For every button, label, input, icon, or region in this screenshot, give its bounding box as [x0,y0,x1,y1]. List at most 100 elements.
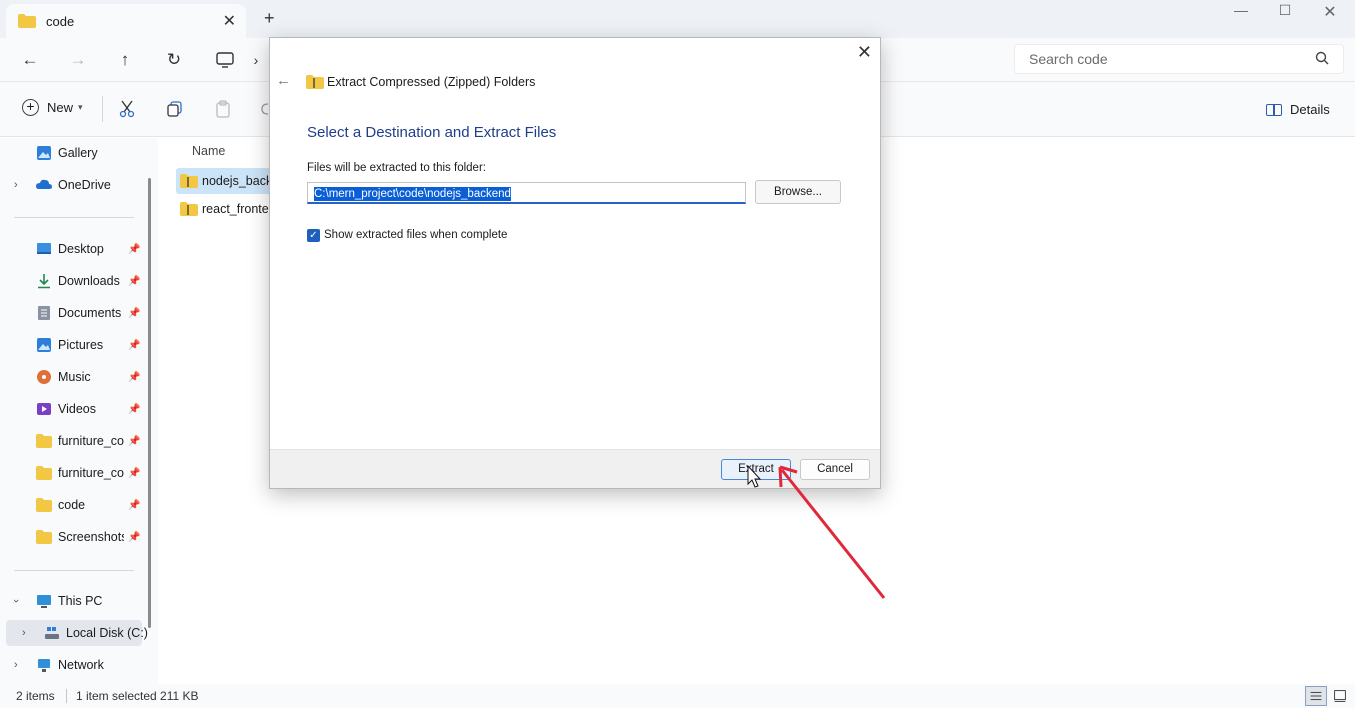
dialog-back-icon[interactable]: ← [276,72,291,89]
sidebar-item-label: Pictures [58,338,104,352]
sidebar-item-label: Local Disk (C:) [66,626,148,640]
cut-icon[interactable] [118,100,136,118]
sidebar-item-label: OneDrive [58,178,111,192]
tab-code[interactable]: code ✕ [6,4,246,38]
sidebar-item-label: Network [58,658,104,672]
up-button[interactable]: ↑ [113,48,137,72]
document-icon [38,306,50,320]
desktop-icon [37,243,51,254]
sidebar-item-this-pc[interactable]: › This PC [0,588,148,614]
close-window-button[interactable]: ✕ [1315,2,1345,22]
minimize-button[interactable]: — [1226,2,1256,22]
tab-close-icon[interactable]: ✕ [223,11,236,31]
sidebar-item-desktop[interactable]: Desktop 📌 [0,236,148,262]
sidebar-item-code[interactable]: code 📌 [0,492,148,518]
sidebar-item-label: This PC [58,594,103,608]
dialog-title: Extract Compressed (Zipped) Folders [327,75,536,89]
sidebar-item-network[interactable]: › Network [0,652,148,678]
cancel-button[interactable]: Cancel [800,459,870,480]
new-tab-button[interactable]: + [264,8,275,29]
column-header-name[interactable]: Name [192,144,225,158]
folder-icon [18,14,36,28]
details-label: Details [1290,102,1330,117]
new-button[interactable]: + New ▾ [22,99,83,116]
sidebar-item-videos[interactable]: Videos 📌 [0,396,148,422]
file-name: react_frontend [202,202,270,216]
new-label: New [47,100,74,115]
copy-icon[interactable] [166,100,184,118]
sidebar-item-furniture-1[interactable]: furniture_coc 📌 [0,428,148,454]
show-files-checkbox[interactable]: ✓ [307,229,320,242]
show-files-label: Show extracted files when complete [324,229,508,241]
search-input[interactable]: Search code [1014,44,1344,74]
sidebar-item-screenshots[interactable]: Screenshots 📌 [0,524,148,550]
folder-icon [36,498,52,512]
sidebar-item-label: Music [58,370,91,384]
chevron-right-icon[interactable]: › [14,179,18,191]
navigation-pane: Gallery › OneDrive Desktop 📌 Downloads 📌… [0,138,158,684]
zip-folder-icon [180,174,198,188]
breadcrumb-chevron-icon[interactable]: › [244,48,268,72]
sidebar-item-label: Screenshots [58,530,124,544]
details-view-icon[interactable] [1305,686,1327,706]
network-icon [38,659,50,672]
paste-icon[interactable] [214,100,232,118]
browse-button[interactable]: Browse... [755,180,841,204]
zip-folder-icon [180,202,198,216]
sidebar-item-label: Downloads [58,274,120,288]
this-pc-icon[interactable] [216,52,234,68]
computer-icon [37,595,51,608]
destination-label: Files will be extracted to this folder: [307,162,486,174]
drive-icon [45,627,59,639]
sidebar-item-pictures[interactable]: Pictures 📌 [0,332,148,358]
status-bar: 2 items 1 item selected 211 KB [0,684,1355,708]
destination-path-input[interactable]: C:\mern_project\code\nodejs_backend [307,182,746,204]
pin-icon: 📌 [128,403,141,415]
sidebar-item-local-disk[interactable]: › Local Disk (C:) [6,620,148,646]
details-button[interactable]: Details [1266,102,1330,117]
file-row-nodejs-backend[interactable]: nodejs_backend [176,168,272,194]
zip-folder-icon [306,75,324,89]
selection-info: 1 item selected 211 KB [76,689,199,703]
back-button[interactable]: ← [18,48,42,72]
sidebar-scrollbar[interactable] [148,178,151,628]
maximize-button[interactable]: ☐ [1270,2,1300,22]
rename-icon[interactable] [260,100,268,118]
forward-button[interactable]: → [66,48,90,72]
folder-icon [36,434,52,448]
chevron-right-icon[interactable]: › [14,659,18,671]
pictures-icon [37,338,51,352]
tab-title: code [46,13,75,29]
sidebar-item-label: furniture_coc [58,434,124,448]
sidebar-divider [14,570,134,571]
status-divider [66,689,67,703]
sidebar-item-label: Documents [58,306,122,320]
search-placeholder: Search code [1029,51,1108,67]
refresh-button[interactable]: ↻ [162,48,186,72]
chevron-right-icon[interactable]: › [22,627,26,639]
folder-icon [36,466,52,480]
chevron-down-icon[interactable]: › [10,599,22,603]
extract-button[interactable]: Extract [721,459,791,480]
sidebar-item-gallery[interactable]: Gallery [0,140,148,166]
sidebar-item-furniture-2[interactable]: furniture_coc 📌 [0,460,148,486]
videos-icon [37,403,51,415]
file-row-react-frontend[interactable]: react_frontend [176,196,272,222]
file-name: nodejs_backend [202,174,270,188]
dialog-heading: Select a Destination and Extract Files [307,124,557,141]
pin-icon: 📌 [128,531,141,543]
sidebar-item-music[interactable]: Music 📌 [0,364,148,390]
pin-icon: 📌 [128,499,141,511]
sidebar-item-documents[interactable]: Documents 📌 [0,300,148,326]
pin-icon: 📌 [128,371,141,383]
destination-path-value: C:\mern_project\code\nodejs_backend [314,187,511,201]
dialog-close-icon[interactable]: ✕ [857,42,872,63]
sidebar-item-downloads[interactable]: Downloads 📌 [0,268,148,294]
sidebar-item-onedrive[interactable]: › OneDrive [0,172,148,198]
sidebar-item-label: Gallery [58,146,98,160]
tiles-view-icon[interactable] [1329,686,1351,706]
pin-icon: 📌 [128,467,141,479]
gallery-icon [37,146,51,160]
sidebar-divider [14,217,134,218]
sidebar-item-label: Desktop [58,242,104,256]
